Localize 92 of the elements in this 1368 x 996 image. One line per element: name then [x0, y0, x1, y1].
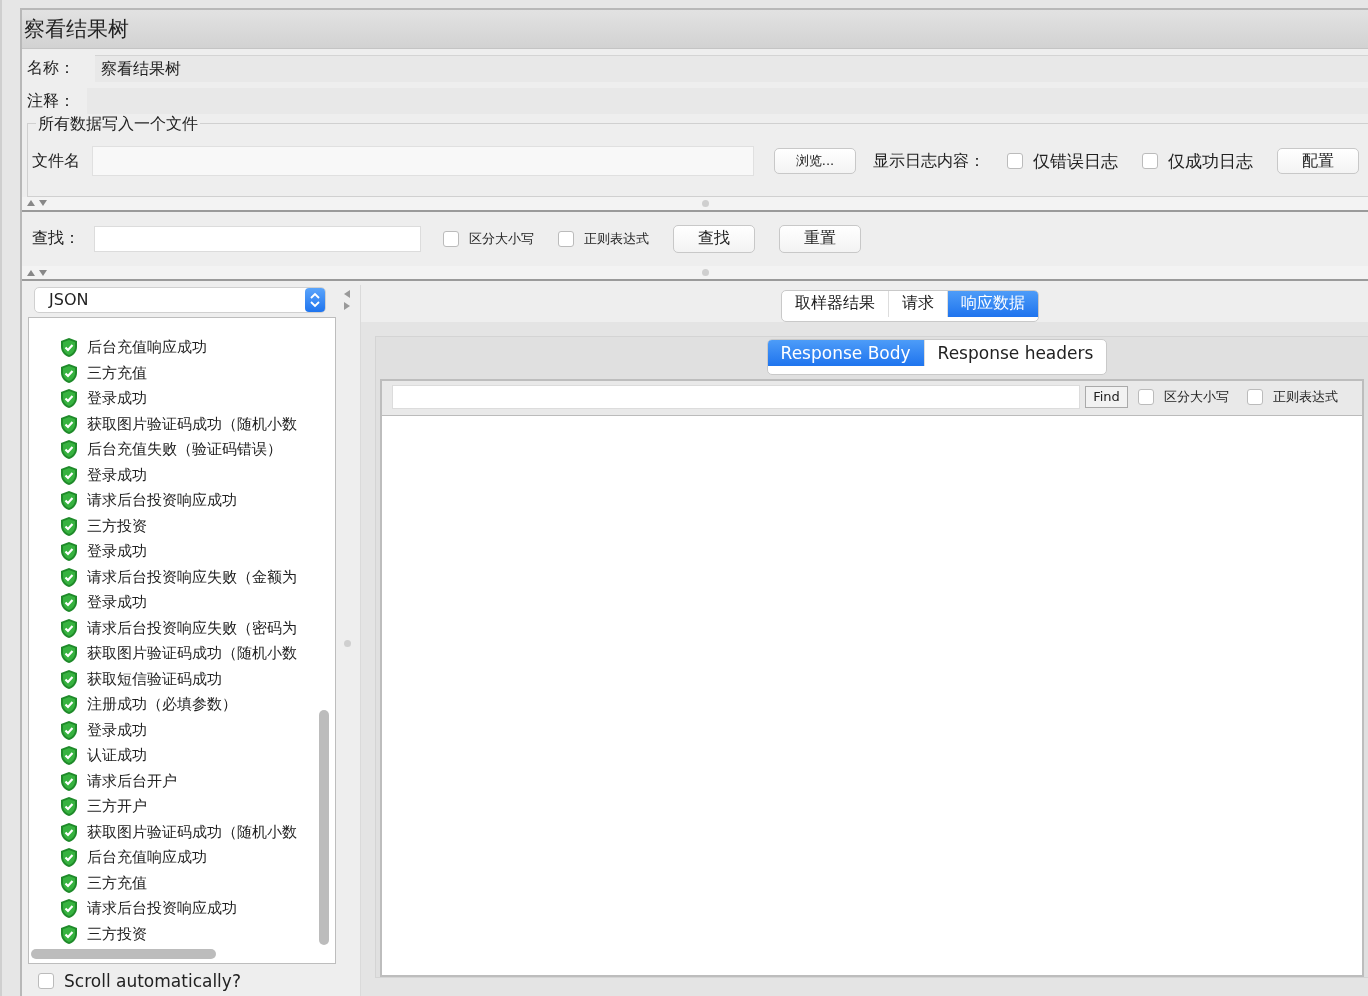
scrollbar-thumb[interactable]	[319, 710, 329, 945]
checkbox[interactable]	[443, 230, 459, 247]
tree-item[interactable]: 登录成功	[87, 593, 147, 613]
response-text-area[interactable]	[382, 415, 1362, 975]
checkbox-label: 仅成功日志	[1168, 149, 1253, 173]
splitter-handle[interactable]	[344, 640, 351, 647]
tab[interactable]: 响应数据	[947, 291, 1038, 317]
find-field[interactable]	[392, 385, 1080, 409]
shield-check-icon	[59, 719, 79, 741]
shield-check-icon	[59, 515, 79, 537]
tab[interactable]: Response Body	[767, 340, 925, 366]
checkbox-label: Scroll automatically?	[64, 971, 241, 991]
shield-check-icon	[59, 694, 79, 716]
shield-check-icon	[59, 847, 79, 869]
checkbox[interactable]	[1007, 153, 1023, 170]
splitter-handle[interactable]	[702, 269, 709, 277]
shield-check-icon	[59, 872, 79, 894]
field-label: 注释：	[27, 90, 75, 112]
shield-check-icon	[59, 566, 79, 588]
tree-item[interactable]: 请求后台投资响应成功	[87, 899, 237, 919]
updown-icon	[305, 288, 325, 312]
shield-check-icon	[59, 643, 79, 665]
tree-item[interactable]: 登录成功	[87, 720, 147, 740]
collapse-arrows-icon[interactable]	[26, 268, 48, 277]
collapse-arrows-icon[interactable]	[343, 289, 351, 311]
shield-check-icon	[59, 796, 79, 818]
checkbox-label: 正则表达式	[1273, 388, 1338, 406]
tree-item[interactable]: 请求后台开户	[87, 771, 177, 791]
find-button[interactable]: Find	[1085, 386, 1128, 408]
tree-item[interactable]: 登录成功	[87, 389, 147, 409]
shield-check-icon	[59, 923, 79, 945]
collapse-arrows-icon[interactable]	[26, 199, 48, 208]
tree-item[interactable]: 认证成功	[87, 746, 147, 766]
tree-item[interactable]: 注册成功（必填参数）	[87, 695, 237, 715]
tree-item[interactable]: 三方充值	[87, 873, 147, 893]
shield-check-icon	[59, 413, 79, 435]
tree-item[interactable]: 获取图片验证码成功（随机小数	[87, 414, 297, 434]
shield-check-icon	[59, 617, 79, 639]
tree-item[interactable]: 登录成功	[87, 465, 147, 485]
tree-item[interactable]: 三方投资	[87, 924, 147, 944]
checkbox-label: 仅错误日志	[1033, 149, 1118, 173]
checkbox-label: 正则表达式	[584, 229, 649, 248]
field-label: 查找：	[32, 228, 80, 250]
config-button[interactable]: 配置	[1277, 148, 1359, 175]
shield-check-icon	[59, 362, 79, 384]
browse-button[interactable]: 浏览...	[774, 148, 856, 175]
shield-check-icon	[59, 668, 79, 690]
shield-check-icon	[59, 745, 79, 767]
field-label: 文件名	[32, 150, 80, 172]
tree-item[interactable]: 三方开户	[87, 797, 147, 817]
tree-item[interactable]: 获取图片验证码成功（随机小数	[87, 644, 297, 664]
checkbox-label: 区分大小写	[469, 229, 534, 248]
tree-item[interactable]: 三方投资	[87, 516, 147, 536]
shield-check-icon	[59, 898, 79, 920]
tree-item[interactable]: 登录成功	[87, 542, 147, 562]
checkbox[interactable]	[558, 230, 574, 247]
tree-item[interactable]: 请求后台投资响应成功	[87, 491, 237, 511]
window-title: 察看结果树	[22, 10, 1368, 49]
tree-item[interactable]: 后台充值失败（验证码错误）	[87, 440, 282, 460]
shield-check-icon	[59, 439, 79, 461]
shield-check-icon	[59, 490, 79, 512]
search-button[interactable]: 查找	[673, 224, 755, 253]
filename-field[interactable]	[92, 146, 754, 177]
shield-check-icon	[59, 337, 79, 359]
tree-item[interactable]: 请求后台投资响应失败（金额为	[87, 567, 297, 587]
renderer-dropdown[interactable]: JSON	[34, 287, 326, 313]
tab[interactable]: 取样器结果	[781, 291, 889, 317]
reset-button[interactable]: 重置	[779, 224, 861, 253]
checkbox[interactable]	[1247, 389, 1263, 405]
checkbox[interactable]	[1142, 153, 1158, 170]
tree-item[interactable]: 后台充值响应成功	[87, 848, 207, 868]
splitter-handle[interactable]	[702, 199, 709, 207]
name-field[interactable]: 察看结果树	[95, 55, 1368, 83]
shield-check-icon	[59, 821, 79, 843]
tree-item[interactable]: 请求后台投资响应失败（密码为	[87, 618, 297, 638]
shield-check-icon	[59, 541, 79, 563]
search-field[interactable]	[94, 225, 421, 252]
tree-item[interactable]: 后台充值响应成功	[87, 338, 207, 358]
shield-check-icon	[59, 770, 79, 792]
shield-check-icon	[59, 464, 79, 486]
checkbox[interactable]	[38, 973, 54, 989]
tree-item[interactable]: 获取短信验证码成功	[87, 669, 222, 689]
scrollbar-thumb[interactable]	[31, 949, 216, 959]
shield-check-icon	[59, 592, 79, 614]
tab[interactable]: Response headers	[924, 340, 1107, 366]
checkbox-label: 区分大小写	[1164, 388, 1229, 406]
field-label: 名称：	[27, 58, 75, 80]
tree-item[interactable]: 三方充值	[87, 363, 147, 383]
shield-check-icon	[59, 388, 79, 410]
checkbox[interactable]	[1138, 389, 1154, 405]
tree-item[interactable]: 获取图片验证码成功（随机小数	[87, 822, 297, 842]
field-label: 显示日志内容：	[873, 150, 985, 172]
